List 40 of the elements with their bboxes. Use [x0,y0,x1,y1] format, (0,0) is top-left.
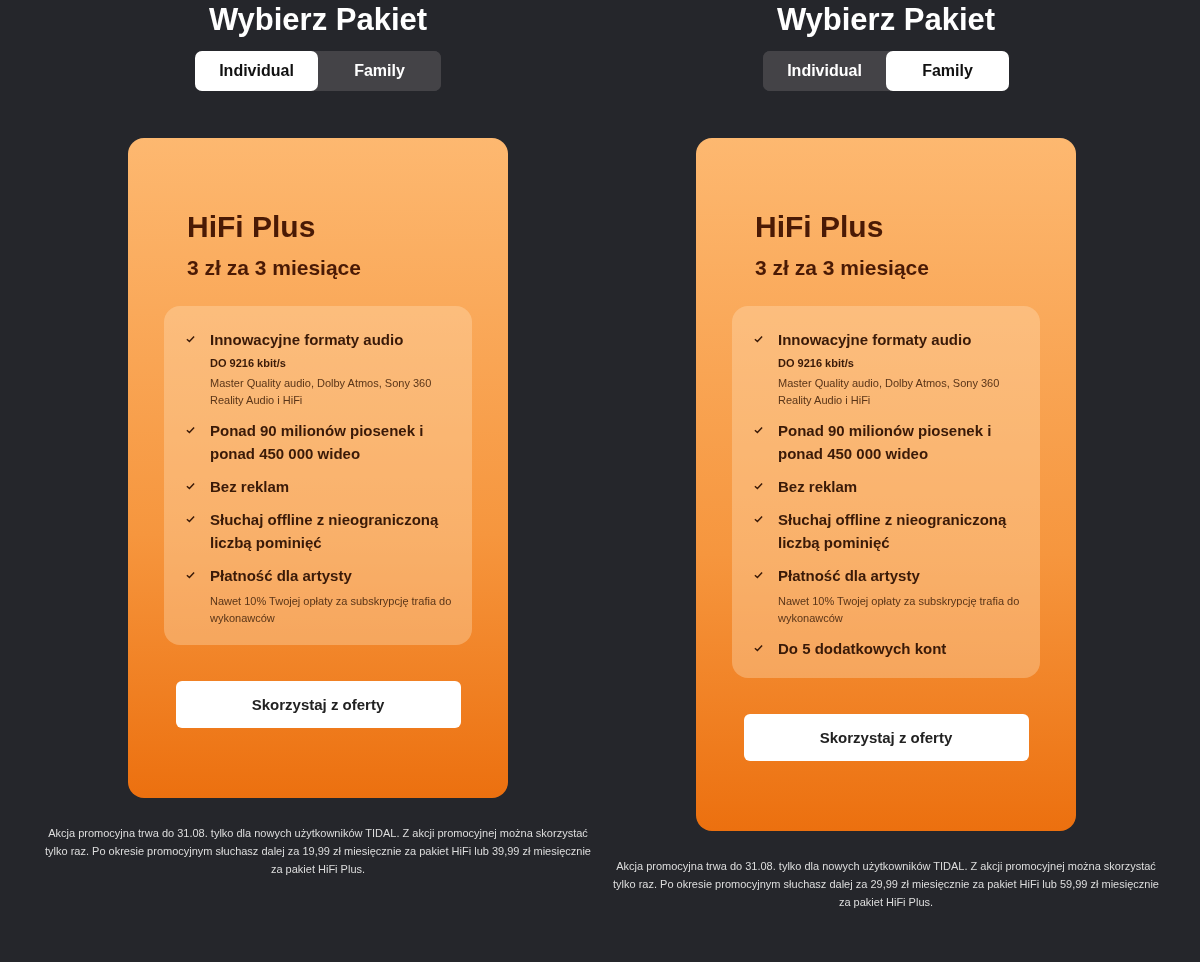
check-icon [186,515,195,523]
check-icon [754,426,763,434]
offer-button[interactable]: Skorzystaj z oferty [743,714,1029,761]
feature-title: Słuchaj offline z nieograniczoną liczbą pominięć [778,510,1008,553]
plan-name: HiFi Plus [755,210,884,244]
check-icon [754,571,763,579]
check-icon [754,335,763,343]
plan-tab[interactable]: Individual [195,51,318,91]
feature-title: Do 5 dodatkowych kont [778,639,947,659]
feature-note: Nawet 10% Twojej opłaty za subskrypcję trafia do wykonawców [210,594,452,626]
feature-note: Master Quality audio, Dolby Atmos, Sony 360 Reality Audio i HiFi [210,376,433,408]
feature-title: Słuchaj offline z nieograniczoną liczbą pominięć [210,510,440,553]
plan-price: 3 zł za 3 miesiące [187,256,361,280]
check-icon [186,571,195,579]
feature-title: Innowacyjne formaty audio [778,330,973,350]
feature-title: Płatność dla artysty [210,566,353,586]
feature-title: Innowacyjne formaty audio [210,330,405,350]
feature-note: Nawet 10% Twojej opłaty za subskrypcję trafia do wykonawców [778,594,1020,626]
check-icon [754,482,763,490]
feature-subtitle: DO 9216 kbit/s [210,357,287,369]
check-icon [186,426,195,434]
plan-tab[interactable]: Family [886,51,1009,91]
feature-subtitle: DO 9216 kbit/s [778,357,855,369]
plan-name: HiFi Plus [187,210,316,244]
page-title: Wybierz Pakiet [776,2,996,38]
feature-title: Bez reklam [210,477,290,497]
offer-button[interactable]: Skorzystaj z oferty [175,681,461,728]
feature-title: Bez reklam [778,477,858,497]
check-icon [754,515,763,523]
plan-price: 3 zł za 3 miesiące [755,256,929,280]
check-icon [754,644,763,652]
promo-footnote: Akcja promocyjna trwa do 31.08. tylko dla nowych użytkowników TIDAL. Z akcji promocyjnej można skorzystać tylko raz. Po okresie promocyjnym słuchasz dalej za 19,99 zł miesięcznie za pakiet HiFi lub 39,99 zł miesięcznie za pakiet HiFi Plus. [44,826,592,877]
feature-note: Master Quality audio, Dolby Atmos, Sony 360 Reality Audio i HiFi [778,376,1001,408]
check-icon [186,482,195,490]
promo-footnote: Akcja promocyjna trwa do 31.08. tylko dla nowych użytkowników TIDAL. Z akcji promocyjnej można skorzystać tylko raz. Po okresie promocyjnym słuchasz dalej za 29,99 zł miesięcznie za pakiet HiFi lub 59,99 zł miesięcznie za pakiet HiFi Plus. [612,859,1160,910]
page-title: Wybierz Pakiet [208,2,428,38]
feature-title: Płatność dla artysty [778,566,921,586]
check-icon [186,335,195,343]
feature-title: Ponad 90 milionów piosenek i ponad 450 000 wideo [778,421,993,464]
feature-title: Ponad 90 milionów piosenek i ponad 450 000 wideo [210,421,425,464]
